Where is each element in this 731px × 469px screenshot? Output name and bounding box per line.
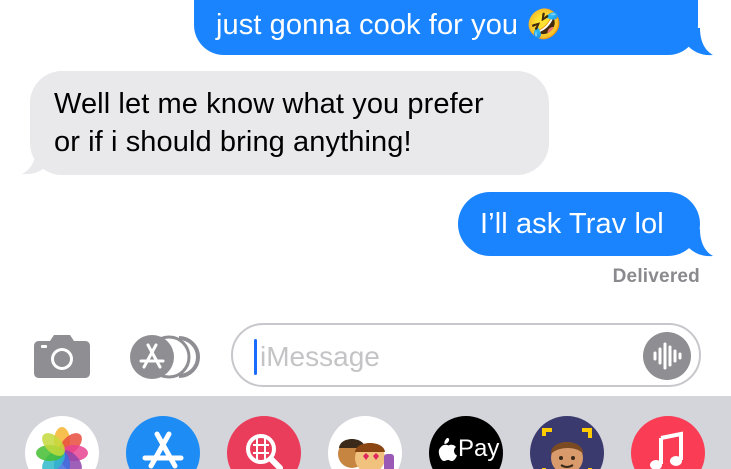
memoji-app-button[interactable] — [530, 416, 604, 469]
message-bubble-outgoing[interactable]: I’ll ask Trav lol — [458, 192, 700, 256]
message-text: I’ll ask Trav lol — [480, 208, 664, 240]
dictation-button[interactable] — [643, 332, 691, 380]
app-tray: Pay — [0, 396, 731, 469]
message-bubble-incoming[interactable]: Well let me know what you prefer or if i… — [30, 71, 549, 175]
camera-icon[interactable] — [33, 333, 91, 379]
music-icon — [650, 431, 683, 469]
apple-pay-app-button[interactable]: Pay — [429, 416, 503, 469]
photos-app-button[interactable] — [25, 416, 99, 469]
delivery-status: Delivered — [612, 266, 700, 287]
app-store-button-icon[interactable] — [129, 334, 201, 380]
message-text: just gonna cook for you — [216, 9, 519, 41]
apple-pay-label: Pay — [458, 435, 500, 462]
bubble-tail — [688, 229, 713, 257]
message-text-line: or if i should bring anything! — [54, 126, 412, 158]
app-store-app-button[interactable] — [126, 416, 200, 469]
memoji-stickers-icon — [338, 439, 394, 469]
waveform-icon — [653, 342, 682, 370]
image-search-app-button[interactable] — [227, 416, 301, 469]
message-input[interactable]: iMessage — [231, 323, 701, 387]
search-images-icon — [246, 434, 283, 469]
music-app-button[interactable] — [631, 416, 705, 469]
bubble-tail — [22, 147, 48, 175]
memoji-icon — [542, 428, 592, 469]
message-input-placeholder: iMessage — [260, 341, 380, 372]
rofl-emoji: 🤣 — [526, 9, 563, 41]
photos-icon — [36, 427, 88, 469]
memoji-stickers-app-button[interactable] — [328, 416, 402, 469]
text-caret — [254, 339, 257, 375]
message-bubble-outgoing[interactable]: just gonna cook for you 🤣 — [194, 0, 698, 55]
bubble-tail — [688, 28, 713, 56]
message-text-line: Well let me know what you prefer — [54, 88, 484, 120]
app-store-icon — [142, 431, 184, 469]
